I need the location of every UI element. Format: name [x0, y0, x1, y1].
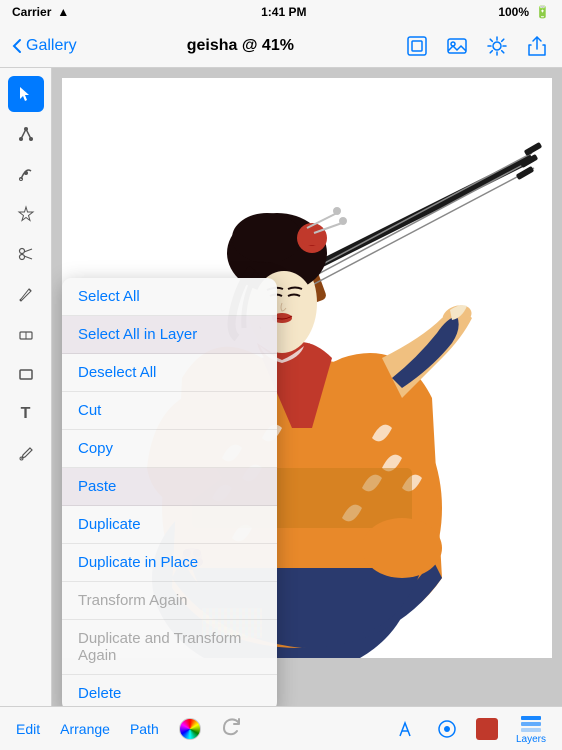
rectangle-tool-button[interactable]	[8, 356, 44, 392]
select-all-item[interactable]: Select All	[62, 278, 277, 316]
path-button[interactable]: Path	[130, 721, 159, 737]
undo-button[interactable]	[221, 715, 243, 743]
settings-button[interactable]	[484, 33, 510, 59]
duplicate-transform-again-item: Duplicate and Transform Again	[62, 620, 277, 675]
context-menu: Select All Select All in Layer Deselect …	[62, 278, 277, 706]
text-style-button[interactable]	[396, 718, 418, 740]
scissors-tool-button[interactable]	[8, 236, 44, 272]
eyedropper-tool-button[interactable]	[8, 436, 44, 472]
time-label: 1:41 PM	[261, 5, 306, 19]
battery-label: 100%	[498, 5, 529, 19]
pen-tool-icon	[17, 165, 35, 183]
snap-icon	[436, 718, 458, 740]
text-style-icon	[396, 718, 418, 740]
undo-icon	[221, 715, 243, 737]
canvas-area[interactable]: Select All Select All in Layer Deselect …	[52, 68, 562, 706]
carrier-label: Carrier	[12, 5, 51, 19]
main-area: T	[0, 68, 562, 706]
status-left: Carrier ▲	[12, 5, 69, 19]
wifi-icon: ▲	[57, 5, 69, 19]
nav-title: geisha @ 41%	[187, 37, 294, 55]
duplicate-item[interactable]: Duplicate	[62, 506, 277, 544]
left-toolbar: T	[0, 68, 52, 706]
color-wheel-button[interactable]	[179, 718, 201, 740]
cut-item[interactable]: Cut	[62, 392, 277, 430]
layers-button[interactable]: Layers	[516, 712, 546, 745]
nav-bar: Gallery geisha @ 41%	[0, 24, 562, 68]
text-tool-button[interactable]: T	[8, 396, 44, 432]
text-icon: T	[21, 405, 31, 423]
select-arrow-icon	[17, 85, 35, 103]
delete-item[interactable]: Delete	[62, 675, 277, 706]
nav-actions	[404, 33, 550, 59]
select-tool-button[interactable]	[8, 76, 44, 112]
star-tool-icon	[17, 205, 35, 223]
bottom-toolbar: Edit Arrange Path	[0, 706, 562, 750]
eraser-icon	[17, 325, 35, 343]
pencil-tool-button[interactable]	[8, 276, 44, 312]
arrange-button[interactable]: Arrange	[60, 721, 110, 737]
eyedropper-icon	[17, 445, 35, 463]
select-all-in-layer-item[interactable]: Select All in Layer	[62, 316, 277, 354]
duplicate-in-place-item[interactable]: Duplicate in Place	[62, 544, 277, 582]
back-label: Gallery	[26, 37, 77, 55]
image-icon	[446, 35, 468, 57]
scissors-icon	[17, 245, 35, 263]
paste-item[interactable]: Paste	[62, 468, 277, 506]
frame-icon	[406, 35, 428, 57]
node-tool-icon	[17, 125, 35, 143]
gear-icon	[486, 35, 508, 57]
image-button[interactable]	[444, 33, 470, 59]
eraser-tool-button[interactable]	[8, 316, 44, 352]
share-button[interactable]	[524, 33, 550, 59]
frame-button[interactable]	[404, 33, 430, 59]
layers-label: Layers	[516, 734, 546, 745]
back-button[interactable]: Gallery	[12, 37, 77, 55]
status-right: 100% 🔋	[498, 5, 550, 19]
rectangle-icon	[17, 365, 35, 383]
battery-icon: 🔋	[535, 5, 550, 19]
status-bar: Carrier ▲ 1:41 PM 100% 🔋	[0, 0, 562, 24]
layers-icon	[518, 712, 544, 734]
bottom-right-actions: Layers	[396, 712, 546, 745]
node-tool-button[interactable]	[8, 116, 44, 152]
stroke-color-button[interactable]	[476, 718, 498, 740]
deselect-all-item[interactable]: Deselect All	[62, 354, 277, 392]
share-icon	[526, 35, 548, 57]
star-tool-button[interactable]	[8, 196, 44, 232]
transform-again-item: Transform Again	[62, 582, 277, 620]
snap-button[interactable]	[436, 718, 458, 740]
pen-tool-button[interactable]	[8, 156, 44, 192]
pencil-icon	[17, 285, 35, 303]
bottom-left-actions: Edit Arrange Path	[16, 715, 243, 743]
copy-item[interactable]: Copy	[62, 430, 277, 468]
edit-button[interactable]: Edit	[16, 721, 40, 737]
back-chevron-icon	[12, 38, 22, 54]
